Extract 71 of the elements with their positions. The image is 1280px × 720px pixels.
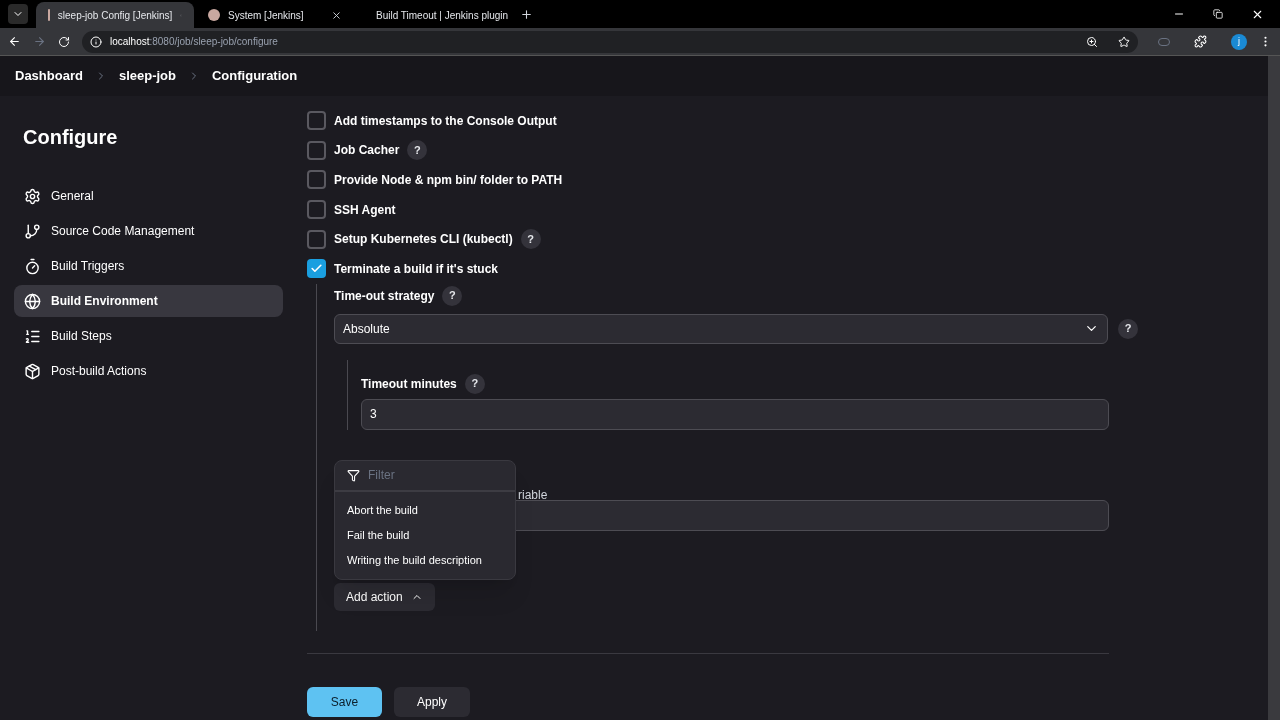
tab-title: Build Timeout | Jenkins plugin (376, 8, 509, 23)
sidebar-label: Build Triggers (51, 258, 125, 275)
sidebar-label: Build Steps (51, 328, 112, 345)
sidebar-label: General (51, 188, 94, 205)
menu-item[interactable]: Writing the build description (335, 547, 515, 573)
url-host: localhost (110, 35, 150, 49)
option-label: Terminate a build if it's stuck (334, 260, 498, 278)
page-title: Configure (22, 125, 119, 150)
strategy-select[interactable]: Absolute (334, 313, 1108, 344)
breadcrumb-link[interactable]: sleep-job (118, 66, 176, 86)
sidebar-item[interactable]: General (14, 180, 283, 212)
sidebar-label: Build Environment (51, 293, 158, 310)
reload-icon[interactable] (58, 35, 70, 48)
checkbox[interactable] (307, 200, 326, 220)
add-action-button[interactable]: Add action (334, 582, 435, 611)
help-button[interactable]: ? (520, 229, 541, 250)
list-icon (24, 327, 41, 345)
menu-item[interactable]: Fail the build (335, 522, 515, 548)
checkbox[interactable] (307, 140, 326, 160)
filter-icon (347, 468, 360, 482)
browser-tab[interactable]: Build Timeout | Jenkins plugin (356, 2, 514, 28)
zoom-icon[interactable] (1086, 35, 1098, 48)
globe-icon (24, 292, 41, 310)
help-button[interactable]: ? (1118, 318, 1138, 339)
help-button[interactable]: ? (464, 373, 485, 394)
tab-title: sleep-job Config [Jenkins] (57, 8, 173, 23)
option-label: Add timestamps to the Console Output (334, 112, 557, 130)
sidebar-item[interactable]: Build Environment (14, 285, 283, 317)
forward-icon[interactable] (33, 35, 46, 48)
tab-list-button[interactable] (8, 4, 28, 24)
back-icon[interactable] (8, 35, 21, 48)
checkbox[interactable] (307, 111, 326, 131)
apply-button[interactable]: Apply (394, 686, 470, 717)
save-button[interactable]: Save (307, 686, 382, 717)
field-label: Time-out strategy (334, 287, 435, 305)
profile-avatar[interactable]: j (1231, 33, 1247, 50)
restore-icon[interactable] (1213, 9, 1223, 19)
checkbox[interactable] (307, 170, 326, 190)
checkbox[interactable] (307, 229, 326, 249)
sidebar-item[interactable]: Build Triggers (14, 250, 283, 282)
timeout-minutes-field[interactable]: 3 (361, 398, 1109, 430)
bookmark-icon[interactable] (1118, 35, 1130, 48)
new-tab-icon[interactable] (520, 7, 533, 21)
package-icon (24, 362, 41, 380)
field-label: Timeout minutes (361, 375, 457, 393)
sidebar-item[interactable]: Build Steps (14, 320, 283, 352)
option-label: SSH Agent (334, 201, 396, 219)
option-label: Provide Node & npm bin/ folder to PATH (334, 172, 563, 189)
breadcrumb-link[interactable]: Dashboard (15, 66, 83, 86)
sidebar-item[interactable]: Source Code Management (14, 215, 283, 247)
site-info-icon[interactable] (90, 35, 102, 48)
sidebar-item[interactable]: Post-build Actions (14, 355, 283, 387)
branch-icon (24, 222, 41, 240)
sidebar-label: Source Code Management (51, 223, 195, 240)
help-button[interactable]: ? (407, 140, 428, 161)
sidebar-label: Post-build Actions (51, 363, 147, 380)
help-button[interactable]: ? (442, 285, 463, 306)
option-label: Setup Kubernetes CLI (kubectl) (334, 231, 513, 249)
address-bar[interactable]: localhost:8080/job/sleep-job/configure (82, 30, 1138, 53)
gear-icon (24, 187, 41, 205)
timer-icon (24, 257, 41, 275)
checkbox[interactable] (307, 259, 326, 279)
field-hint: riable (518, 487, 548, 502)
breadcrumb-link[interactable]: Configuration (212, 66, 298, 86)
tab-title: System [Jenkins] (228, 8, 305, 23)
browser-tab[interactable]: sleep-job Config [Jenkins] (36, 2, 194, 28)
url-path: :8080/job/sleep-job/configure (149, 35, 278, 49)
option-label: Job Cacher (334, 142, 400, 160)
extensions-icon[interactable] (1194, 35, 1207, 48)
browser-tab[interactable]: System [Jenkins] (196, 2, 354, 28)
menu-item[interactable]: Abort the build (335, 497, 515, 523)
